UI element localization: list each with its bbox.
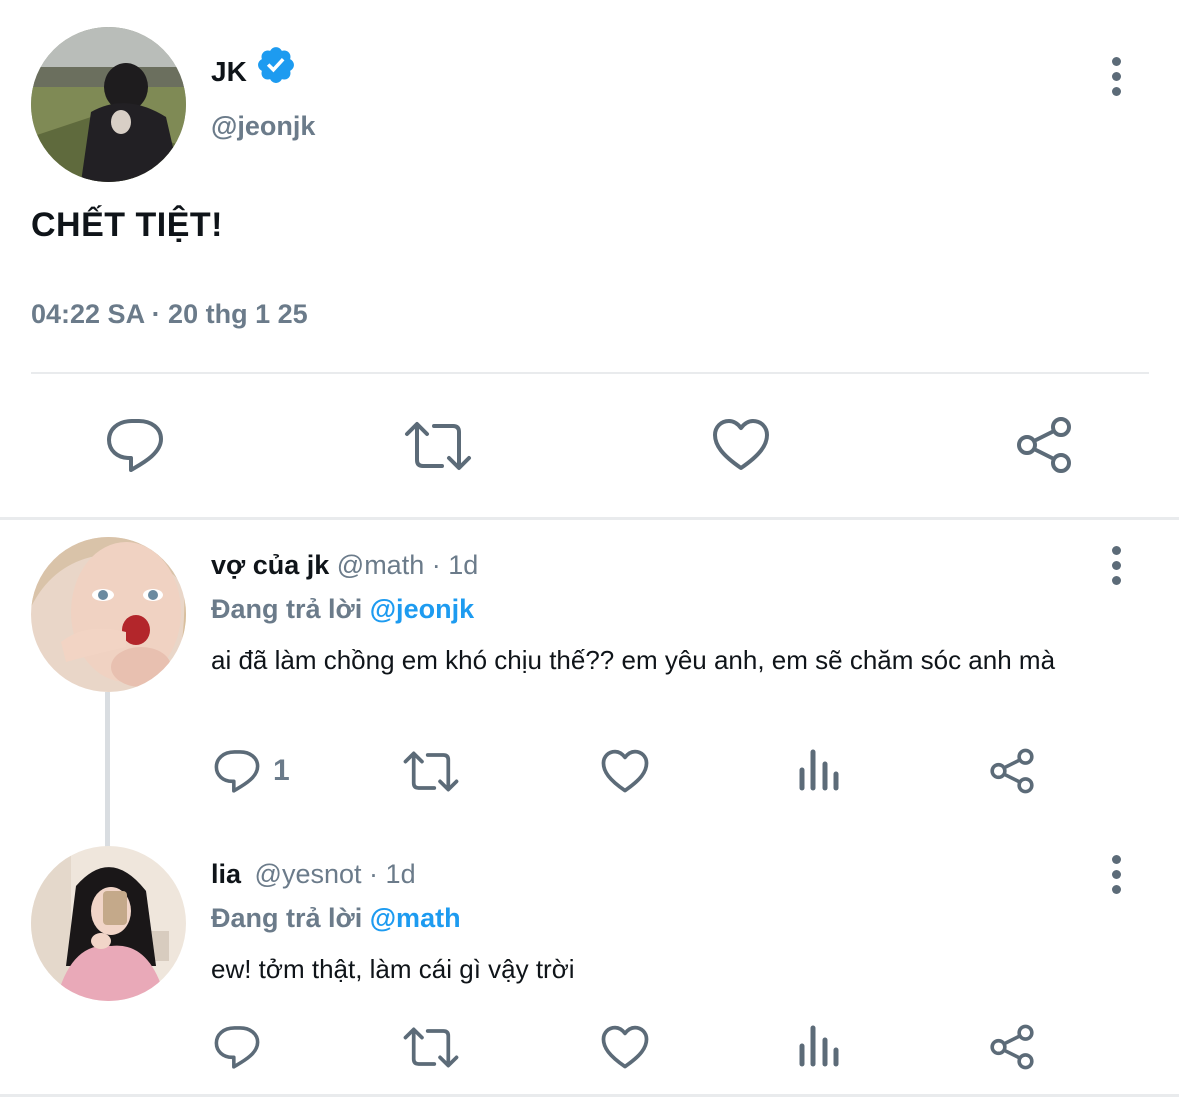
like-icon (601, 1025, 649, 1069)
replying-to-handle[interactable]: @math (370, 903, 461, 933)
share-button[interactable] (989, 1024, 1035, 1070)
reply-text: ai đã làm chồng em khó chịu thế?? em yêu… (211, 645, 1056, 675)
retweet-icon (405, 422, 471, 470)
reply-header: vợ của jk @math · 1d (211, 549, 478, 581)
reply-header: lia @yesnot · 1d (211, 858, 416, 890)
reply-author-handle[interactable]: @math (337, 550, 424, 580)
retweet-icon (403, 1027, 459, 1068)
thread-line (105, 692, 110, 847)
retweet-icon (403, 751, 459, 792)
tweet-timestamp[interactable]: 04:22 SA · 20 thg 1 25 (31, 298, 308, 330)
like-button[interactable] (712, 418, 770, 472)
reply-author-handle[interactable]: @yesnot (255, 859, 362, 889)
replying-prefix: Đang trả lời (211, 594, 363, 624)
share-icon (990, 748, 1034, 794)
share-icon (1017, 417, 1071, 473)
tweet-text: CHẾT TIỆT! (31, 206, 223, 244)
like-button[interactable] (601, 749, 649, 794)
reply-icon (214, 1026, 260, 1069)
retweet-button[interactable] (404, 420, 472, 472)
replying-to-handle[interactable]: @jeonjk (370, 594, 474, 624)
more-options-icon[interactable] (1110, 57, 1122, 102)
reply-age[interactable]: 1d (448, 550, 478, 580)
author-handle[interactable]: @jeonjk (211, 110, 315, 142)
like-icon (601, 749, 649, 793)
reply-text: ew! tởm thật, làm cái gì vậy trời (211, 954, 575, 984)
reply-icon (107, 419, 163, 472)
author-avatar[interactable] (31, 27, 186, 182)
author-name[interactable]: JK (211, 55, 247, 89)
reply-button[interactable] (213, 1024, 261, 1070)
reply-count: 1 (273, 754, 290, 787)
like-button[interactable] (601, 1025, 649, 1070)
retweet-button[interactable] (403, 750, 459, 793)
time-separator: · (369, 859, 379, 889)
reply-avatar[interactable] (31, 846, 186, 1001)
analytics-icon (799, 749, 839, 791)
reply-icon (214, 750, 260, 793)
analytics-icon (799, 1025, 839, 1067)
section-divider (0, 1094, 1179, 1097)
share-icon (990, 1024, 1034, 1070)
analytics-button[interactable] (798, 1024, 840, 1068)
replying-to: Đang trả lời @math (211, 902, 461, 934)
analytics-button[interactable] (798, 748, 840, 792)
like-icon (713, 419, 769, 470)
time-separator: · (431, 550, 441, 580)
reply-age[interactable]: 1d (386, 859, 416, 889)
reply-author-name[interactable]: lia (211, 859, 241, 889)
reply-button[interactable]: 1 (213, 748, 290, 794)
reply-author-name[interactable]: vợ của jk (211, 550, 329, 580)
retweet-button[interactable] (403, 1026, 459, 1069)
verified-badge-icon (255, 44, 297, 91)
more-options-icon[interactable] (1110, 546, 1122, 591)
more-options-icon[interactable] (1110, 855, 1122, 900)
replying-to: Đang trả lời @jeonjk (211, 593, 474, 625)
replying-prefix: Đang trả lời (211, 903, 363, 933)
share-button[interactable] (1015, 416, 1073, 474)
reply-avatar[interactable] (31, 537, 186, 692)
section-divider (0, 517, 1179, 520)
share-button[interactable] (989, 748, 1035, 794)
divider (31, 372, 1149, 374)
reply-button[interactable] (105, 416, 165, 474)
